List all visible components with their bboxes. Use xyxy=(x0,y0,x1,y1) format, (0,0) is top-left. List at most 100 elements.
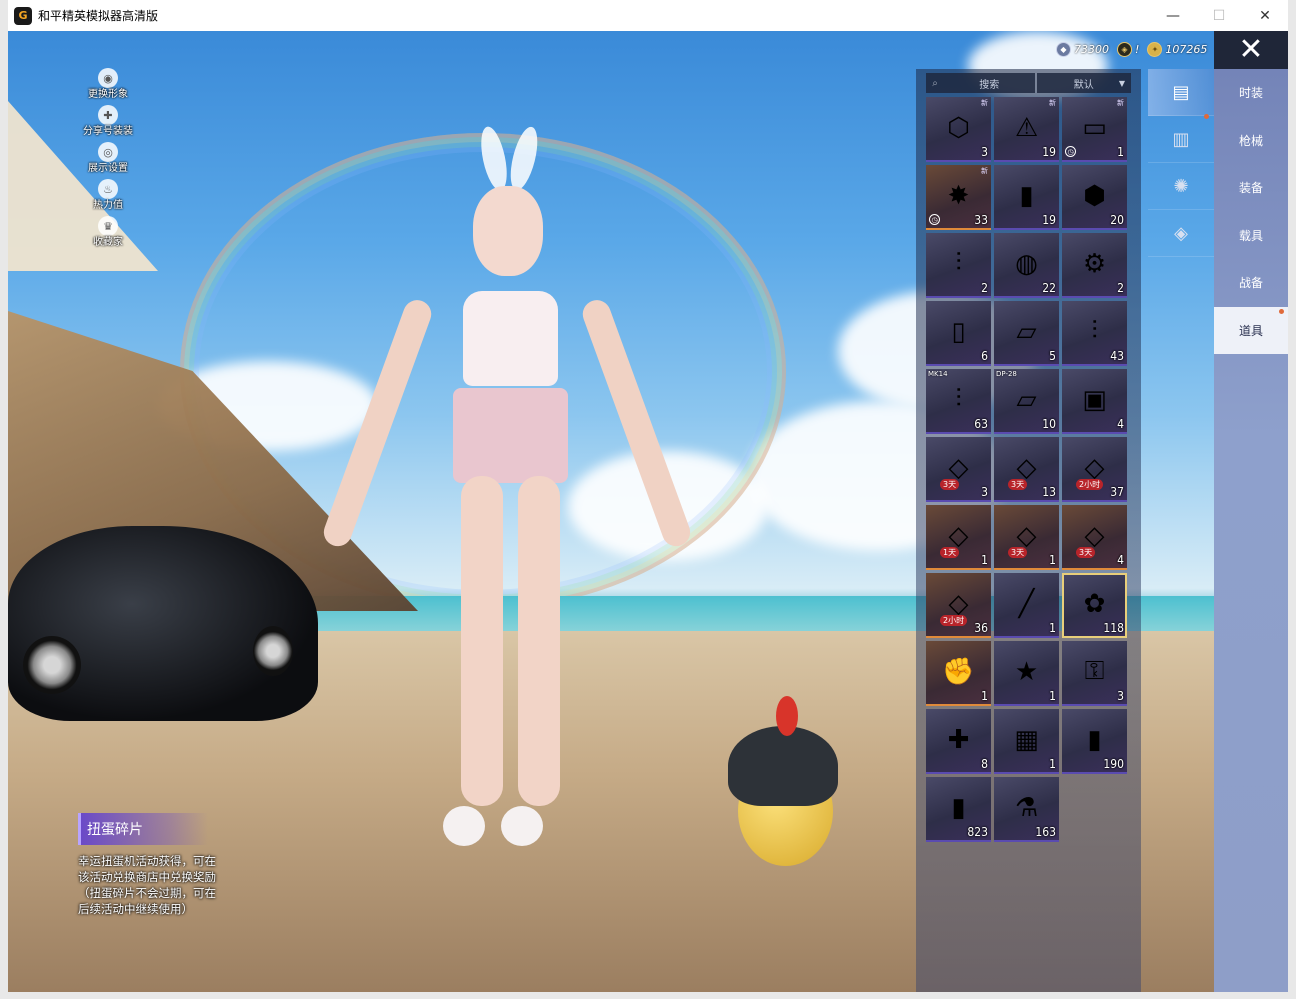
clothing-card-icon[interactable]: ▤ xyxy=(1148,69,1214,116)
change-appearance-button[interactable]: ◉ 更换形象 xyxy=(68,68,148,105)
silver-coin-icon: ◆ xyxy=(1056,41,1071,57)
item-count: 8 xyxy=(981,757,988,771)
character-leg-right xyxy=(518,476,560,806)
sort-dropdown[interactable]: 默认 ▼ xyxy=(1036,73,1131,93)
inventory-slot[interactable]: ◇ 2小时 36 xyxy=(926,573,991,638)
inventory-slot[interactable]: ⫶ MK14 63 xyxy=(926,369,991,434)
inventory-slot[interactable]: ▯ 6 xyxy=(926,301,991,366)
menu-label: 分享号装装 xyxy=(83,126,133,137)
inventory-slot[interactable]: ▦ 1 xyxy=(994,709,1059,774)
inventory-slot[interactable]: ▮ 823 xyxy=(926,777,991,842)
inventory-slot[interactable]: ▱ DP-28 10 xyxy=(994,369,1059,434)
item-count: 22 xyxy=(1042,281,1056,295)
item-icon: ▮ xyxy=(951,792,966,823)
inventory-slot[interactable]: ✊ 1 xyxy=(926,641,991,706)
chest-icon[interactable]: ▥ xyxy=(1148,116,1214,163)
inventory-slot[interactable]: ◇ 3天 3 xyxy=(926,437,991,502)
window-close-button[interactable]: ✕ xyxy=(1242,0,1288,31)
notification-dot xyxy=(1279,308,1284,314)
inventory-slot[interactable]: ⫶ 43 xyxy=(1062,301,1127,366)
inventory-slot[interactable]: ◇ 3天 13 xyxy=(994,437,1059,502)
inventory-slot[interactable]: ◇ 2小时 37 xyxy=(1062,437,1127,502)
currency-gold[interactable]: ✦ 107265 xyxy=(1147,41,1208,57)
item-count: 1 xyxy=(1049,553,1056,567)
inventory-slot[interactable]: ⬡ 新 3 xyxy=(926,97,991,162)
inventory-slot[interactable]: ★ 1 xyxy=(994,641,1059,706)
item-count: 1 xyxy=(1117,145,1124,159)
item-count: 118 xyxy=(1103,621,1124,635)
inventory-slot[interactable]: ▱ 5 xyxy=(994,301,1059,366)
firework-icon[interactable]: ✺ xyxy=(1148,163,1214,210)
close-icon[interactable]: ✕ xyxy=(1214,31,1288,69)
inventory-slot[interactable]: ✚ 8 xyxy=(926,709,991,774)
share-outfit-button[interactable]: ✚ 分享号装装 xyxy=(68,105,148,142)
minimize-button[interactable]: — xyxy=(1150,0,1196,31)
inventory-slot[interactable]: ◍ 22 xyxy=(994,233,1059,298)
currency-silver[interactable]: ◆ 73300 xyxy=(1056,41,1109,57)
item-count: 1 xyxy=(981,553,988,567)
item-count: 1 xyxy=(1049,757,1056,771)
clock-icon: ◷ xyxy=(929,214,940,225)
window-titlebar[interactable]: G 和平精英模拟器高清版 — ☐ ✕ xyxy=(8,0,1288,31)
inventory-slot[interactable]: ✿ 118 xyxy=(1062,573,1127,638)
item-icon: ⚠ xyxy=(1014,112,1039,143)
item-detail: 扭蛋碎片 幸运扭蛋机活动获得，可在该活动兑换商店中兑换奖励（扭蛋碎片不会过期，可… xyxy=(78,813,298,917)
inventory-slot[interactable]: ◇ 3天 4 xyxy=(1062,505,1127,570)
currency-value: 107265 xyxy=(1165,42,1208,56)
window-title: 和平精英模拟器高清版 xyxy=(38,9,159,23)
inventory-slot[interactable]: ⚿ 3 xyxy=(1062,641,1127,706)
ticket-duration: 2小时 xyxy=(1076,479,1104,490)
inventory-slot[interactable]: ◇ 1天 1 xyxy=(926,505,991,570)
character-shorts xyxy=(453,388,568,483)
item-count: 6 xyxy=(981,349,988,363)
inventory-slot[interactable]: ✸ 新 ◷ 33 xyxy=(926,165,991,230)
inventory-slot[interactable]: ▭ 新 ◷ 1 xyxy=(1062,97,1127,162)
category-tab[interactable]: 枪械 xyxy=(1214,117,1288,165)
maximize-button[interactable]: ☐ xyxy=(1196,0,1242,31)
category-tab[interactable]: 装备 xyxy=(1214,164,1288,212)
item-count: 1 xyxy=(1049,689,1056,703)
game-viewport[interactable]: ◉ 更换形象 ✚ 分享号装装 ◎ 展示设置 ♨ 热力值 ♛ 收藏家 ◆ 7330… xyxy=(8,31,1288,992)
currency-value: ! xyxy=(1135,42,1140,56)
search-input[interactable]: ⌕ 搜索 xyxy=(926,73,1035,93)
currency-token[interactable]: ◈ ! xyxy=(1117,41,1140,57)
ticket-icon[interactable]: ◈ xyxy=(1148,210,1214,257)
inventory-slot[interactable]: ⚗ 163 xyxy=(994,777,1059,842)
inventory-slot[interactable]: ⚠ 新 19 xyxy=(994,97,1059,162)
item-icon: ✿ xyxy=(1083,588,1106,619)
chick-pet[interactable] xyxy=(728,696,848,876)
category-tab[interactable]: 载具 xyxy=(1214,212,1288,260)
item-icon: ⚿ xyxy=(1084,656,1105,686)
inventory-slot[interactable]: ▣ 4 xyxy=(1062,369,1127,434)
inventory-slot[interactable]: ⫶ 2 xyxy=(926,233,991,298)
inventory-slot[interactable]: ⚙ 2 xyxy=(1062,233,1127,298)
heat-value-button[interactable]: ♨ 热力值 xyxy=(68,179,148,216)
inventory-panel: ⌕ 搜索 默认 ▼ ⬡ 新 3 ⚠ 新 19 ▭ 新 ◷ 1 ✸ 新 ◷ 33 ▮ 19 ⬢ 20 ⫶ 2 ◍ 22 ⚙ 2 ▯… xyxy=(916,69,1141,992)
bunny-slipper-right xyxy=(501,806,543,846)
ticket-duration: 3天 xyxy=(1008,479,1028,490)
category-tab[interactable]: 时装 xyxy=(1214,69,1288,117)
player-character[interactable] xyxy=(319,124,695,846)
bunny-ear-right xyxy=(505,124,543,193)
inventory-slot[interactable]: ╱ 1 xyxy=(994,573,1059,638)
item-count: 163 xyxy=(1035,825,1056,839)
window-controls: — ☐ ✕ xyxy=(1150,0,1288,31)
currency-bar: ◆ 73300 ◈ ! ✦ 107265 xyxy=(1056,39,1207,59)
collector-button[interactable]: ♛ 收藏家 xyxy=(68,216,148,253)
search-icon: ⌕ xyxy=(932,77,938,89)
window-left-border xyxy=(0,0,8,999)
inventory-slot[interactable]: ▮ 19 xyxy=(994,165,1059,230)
inventory-slot[interactable]: ⬢ 20 xyxy=(1062,165,1127,230)
display-settings-button[interactable]: ◎ 展示设置 xyxy=(68,142,148,179)
inventory-slot[interactable]: ▮ 190 xyxy=(1062,709,1127,774)
category-tab[interactable]: 道具 xyxy=(1214,306,1288,354)
category-tab[interactable]: 战备 xyxy=(1214,259,1288,307)
item-icon: ▦ xyxy=(1014,724,1039,755)
item-icon: ╱ xyxy=(1018,588,1035,619)
inventory-slot[interactable]: ◇ 3天 1 xyxy=(994,505,1059,570)
item-tag: MK14 xyxy=(928,370,948,378)
item-count: 10 xyxy=(1042,417,1056,431)
item-count: 19 xyxy=(1042,145,1056,159)
category-tab-label: 枪械 xyxy=(1238,133,1263,148)
character-leg-left xyxy=(461,476,503,806)
